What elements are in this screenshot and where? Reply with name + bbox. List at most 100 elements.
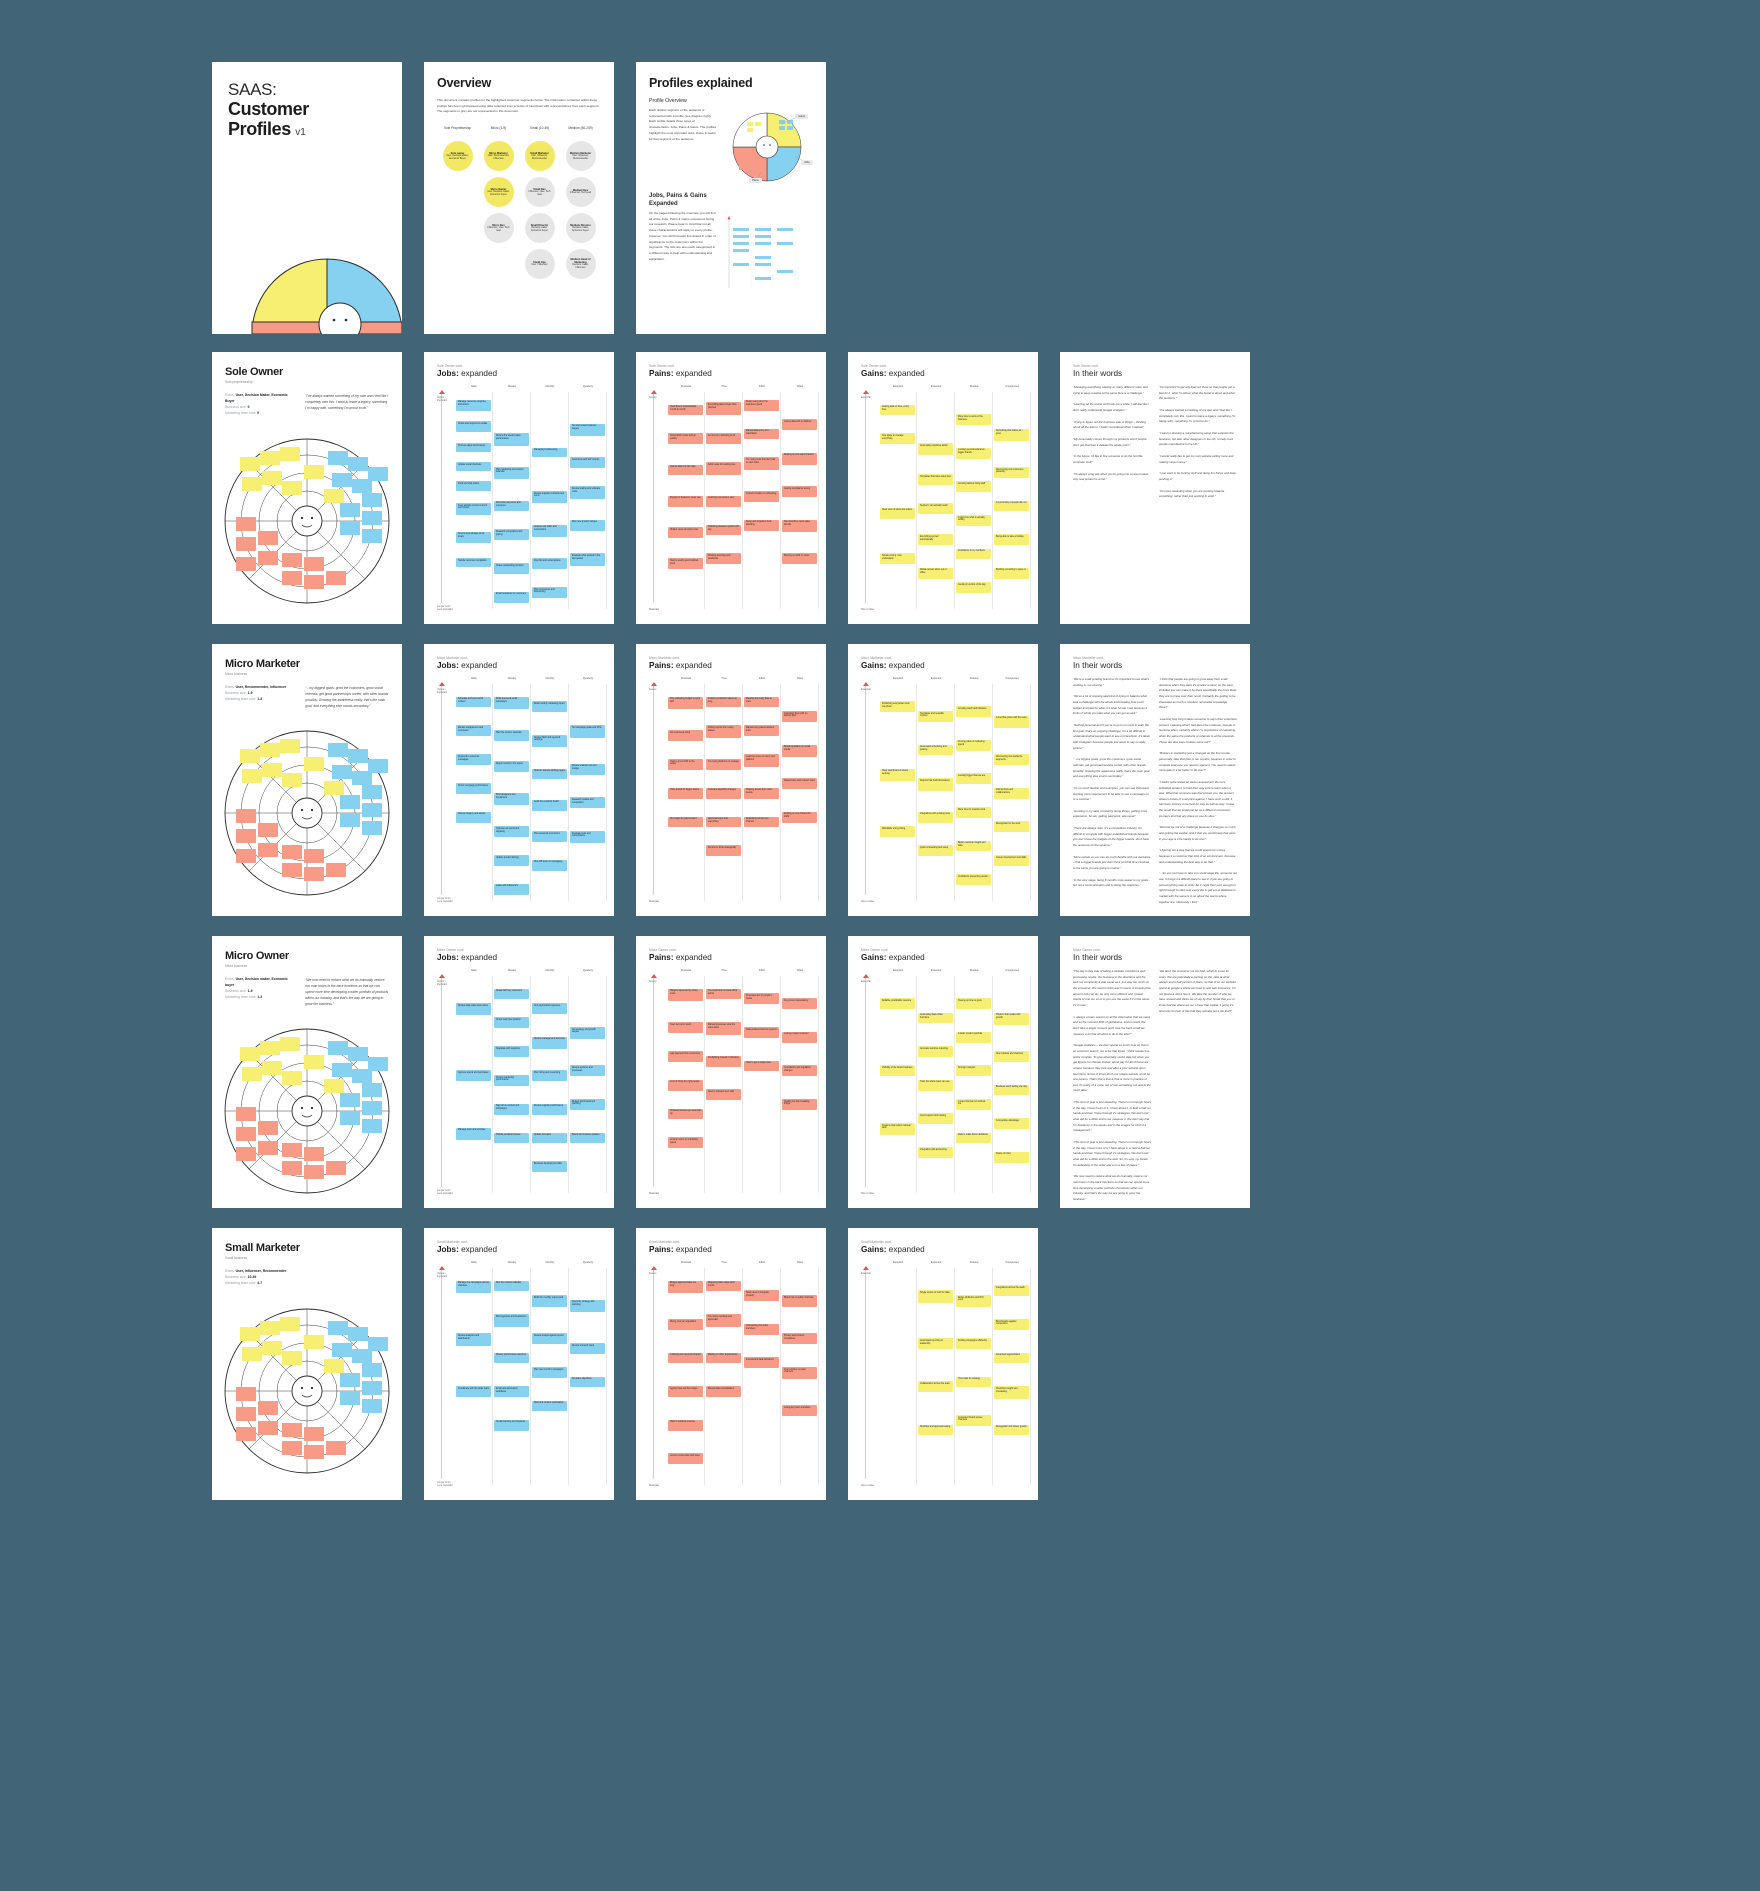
significance-axis [653, 977, 654, 1187]
page-gains-expanded-micro-owner[interactable]: Micro Owner cont. Gains: expanded Essentia… [848, 936, 1038, 1208]
page-cover[interactable]: SAAS: Customer Profiles v1 [212, 62, 402, 334]
segment-bubble[interactable]: Small Dev Influencer, User, Tech lead [524, 177, 555, 208]
sticky-note: Run payroll and expenses [532, 1003, 567, 1014]
sticky-note: Learning curve on every new platform [744, 754, 779, 767]
page-pains-expanded-sole-owner[interactable]: Sole Owner cont. Pains: expanded Severe Mod… [636, 352, 826, 624]
segment-bubble[interactable]: Micro Dev Influencer, User, Tech lead [483, 213, 514, 244]
profile-meta-text: Roles: User, Influencer, Recommender Busi… [225, 1269, 287, 1285]
column-header-gains-1: Expected [930, 677, 942, 680]
sticky-note: Email and automation workflows [494, 1386, 529, 1398]
sticky-note: Quick onboarding and setup [918, 845, 953, 857]
sticky-note: Visibility of the whole business [880, 1065, 915, 1077]
column-divider [704, 1268, 705, 1485]
page-jobs-expanded-sole-owner[interactable]: Sole Owner cont. Jobs: expanded Urgent / I… [424, 352, 614, 624]
sticky-note: Report results to the owner [494, 761, 529, 773]
page-title: Pains: expanded [649, 661, 712, 670]
pains-grid: Severe Moderate Financial Time Effort Risks Ti… [649, 677, 819, 905]
column-divider [742, 976, 743, 1193]
quote-text: “We're a small growing brand so it's imp… [1073, 677, 1149, 687]
sticky-note: Collaboration across the team [918, 1381, 953, 1393]
segment-bubble[interactable]: Small Director Decision maker, Economic b… [524, 213, 555, 244]
sticky-note: Losing key team members [782, 1405, 817, 1417]
column-header-jobs-3: Quarterly [582, 1261, 594, 1264]
page-in-their-words-micro-marketer[interactable]: Micro Marketer cont. In their words “We're… [1060, 644, 1250, 916]
sticky-note: Relying on one channel for traffic [782, 811, 817, 823]
page-gains-expanded-sole-owner[interactable]: Sole Owner cont. Gains: expanded Essential… [848, 352, 1038, 624]
column-divider [818, 1268, 819, 1485]
column-divider [916, 1268, 917, 1485]
axis-arrow-icon [439, 682, 445, 686]
cover-version: v1 [295, 127, 306, 139]
significance-axis [441, 977, 442, 1187]
segment-bubble[interactable]: Small Marketer User, Influencer, Recommen… [524, 141, 555, 172]
axis-arrow-icon [439, 1266, 445, 1270]
sticky-note: Data to make better decisions [956, 1132, 991, 1144]
canvas-sticky-note [328, 1041, 348, 1056]
canvas-sticky-note [236, 1406, 256, 1421]
page-gains-expanded-micro-marketer[interactable]: Micro Marketer cont. Gains: expanded Essen… [848, 644, 1038, 916]
page-jobs-expanded-small-marketer[interactable]: Small Marketer cont. Jobs: expanded Urgent… [424, 1228, 614, 1500]
sticky-note: Freeing up time to grow [956, 998, 991, 1010]
column-header-pains-0: Financial [680, 969, 691, 972]
segment-bubble[interactable]: Medium Head of Marketing Decision maker, … [565, 249, 596, 280]
page-pains-expanded-micro-marketer[interactable]: Micro Marketer cont. Pains: expanded Sever… [636, 644, 826, 916]
sticky-note: Integrations with existing tools [918, 811, 953, 823]
sticky-note: Review the week's sales performance [494, 433, 529, 446]
significance-axis [653, 393, 654, 603]
sticky-note: Review daily sales and orders [456, 1003, 491, 1016]
sticky-note: Handle escalated issues [494, 1132, 529, 1144]
segment-bubble-roles: User, Influencer, Recommender [572, 154, 589, 160]
axis-caption-bottom: Nice to have [861, 1484, 875, 1487]
canvas-sticky-note [240, 1326, 260, 1341]
axis-caption-top: Urgent / Important [437, 688, 448, 694]
canvas-sticky-note [340, 1372, 360, 1387]
canvas-sticky-note [304, 556, 324, 571]
column-header-pains-2: Effort [759, 969, 765, 972]
page-profiles-explained[interactable]: Profiles explained Profile Overview Each… [636, 62, 826, 334]
page-profile-micro-owner[interactable]: Micro Owner Micro business Roles: User, De… [212, 936, 402, 1208]
page-title: Gains: expanded [861, 1245, 925, 1254]
sticky-note: Publishing everywhere from one place [880, 701, 915, 713]
profile-meta-row: Roles: User, Decision Maker, Economic Bu… [225, 393, 389, 417]
page-pains-expanded-small-marketer[interactable]: Small Marketer cont. Pains: expanded Sever… [636, 1228, 826, 1500]
page-overview[interactable]: Overview This document contains profiles… [424, 62, 614, 334]
profile-overview-heading: Profile Overview [649, 98, 687, 104]
column-divider [492, 976, 493, 1193]
sticky-note: Set team objectives [570, 1376, 605, 1388]
segment-bubble[interactable]: Medium Dev Influencer, Tech lead [565, 177, 596, 208]
page-in-their-words-sole-owner[interactable]: Sole Owner cont. In their words “Managing … [1060, 352, 1250, 624]
canvas-sticky-note [282, 480, 302, 495]
sticky-note: Content creation is exhausting [744, 491, 779, 502]
page-jobs-expanded-micro-marketer[interactable]: Micro Marketer cont. Jobs: expanded Urgent… [424, 644, 614, 916]
sticky-note: Growing reach and followers [956, 706, 991, 718]
axis-caption-top: Severe [649, 688, 657, 691]
sticky-note: Pack and ship orders [456, 481, 491, 491]
page-jobs-expanded-micro-owner[interactable]: Micro Owner cont. Jobs: expanded Urgent / … [424, 936, 614, 1208]
cover-line-3: Profiles [228, 119, 291, 140]
sticky-note: A wider product portfolio [956, 1031, 991, 1043]
segment-bubble[interactable]: Small Ops User, Influencer [524, 249, 555, 280]
column-divider [606, 392, 607, 609]
sticky-note: Rising cost per acquisition [668, 1319, 703, 1330]
page-profile-micro-marketer[interactable]: Micro Marketer Micro business Roles: User,… [212, 644, 402, 916]
axis-caption-bottom: Nice to have [861, 1192, 875, 1195]
segment-bubble[interactable]: Sole owner User, Decision Maker, Economic… [442, 141, 473, 172]
page-title-bold: Jobs: [437, 953, 459, 962]
sticky-note: Evaluate tools and subscriptions [570, 831, 605, 844]
sticky-note: Privacy and consent compliance [782, 1333, 817, 1345]
canvas-sticky-note [242, 769, 262, 784]
sticky-note: Brief designers and freelancers [494, 792, 529, 805]
segment-bubble[interactable]: Medium Marketer User, Influencer, Recomme… [565, 141, 596, 172]
column-divider [568, 976, 569, 1193]
segment-bubble[interactable]: Micro Marketer User, Recommender, Influen… [483, 141, 514, 172]
page-pains-expanded-micro-owner[interactable]: Micro Owner cont. Pains: expanded Severe Mo… [636, 936, 826, 1208]
segment-bubble[interactable]: Medium Director Decision maker, Economic … [565, 213, 596, 244]
page-gains-expanded-small-marketer[interactable]: Small Marketer cont. Gains: expanded Essen… [848, 1228, 1038, 1500]
page-in-their-words-micro-owner[interactable]: Micro Owner cont. In their words “The day … [1060, 936, 1250, 1208]
segment-bubble[interactable]: Micro Owner User, Decision maker, Economi… [483, 177, 514, 208]
sticky-note: Review supplier contracts and terms [532, 491, 567, 504]
words-columns: “Managing everything. Having so many dif… [1073, 385, 1237, 506]
page-profile-small-marketer[interactable]: Small Marketer Small business Roles: User,… [212, 1228, 402, 1500]
page-profile-sole-owner[interactable]: Sole Owner Sole proprietorship Roles: User… [212, 352, 402, 624]
sticky-note: Being able to take a holiday [994, 534, 1029, 546]
